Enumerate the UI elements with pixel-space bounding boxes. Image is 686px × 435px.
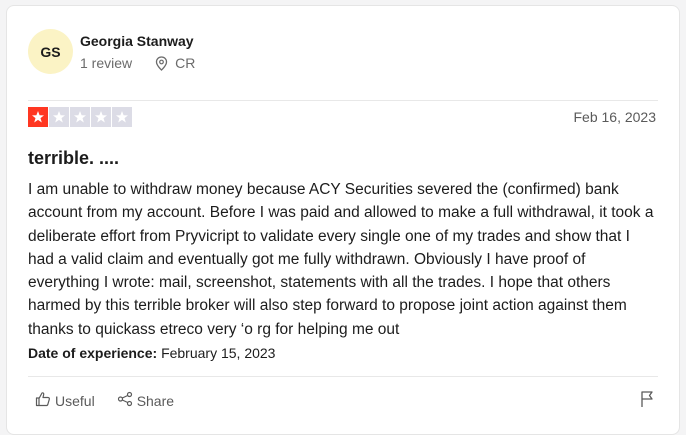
star-icon	[91, 107, 111, 127]
share-button[interactable]: Share	[117, 391, 174, 410]
flag-icon	[639, 391, 655, 412]
divider	[28, 100, 658, 101]
star-icon	[28, 107, 48, 127]
divider	[28, 376, 658, 377]
review-body: I am unable to withdraw money because AC…	[28, 181, 654, 338]
review-title[interactable]: terrible. ....	[28, 148, 119, 169]
review-count: 1 review	[80, 55, 133, 71]
thumbs-up-icon	[35, 391, 51, 410]
star-rating	[28, 107, 132, 127]
star-icon	[49, 107, 69, 127]
date-of-experience: Date of experience: February 15, 2023	[28, 345, 275, 361]
useful-label: Useful	[55, 392, 95, 409]
experience-date: February 15, 2023	[161, 345, 276, 361]
star-icon	[70, 107, 90, 127]
location-pin-icon	[155, 55, 168, 71]
share-icon	[117, 391, 133, 410]
useful-button[interactable]: Useful	[35, 391, 95, 410]
reviewer-country: CR	[175, 55, 196, 71]
report-button[interactable]	[639, 390, 655, 413]
review-date: Feb 16, 2023	[573, 109, 656, 125]
star-icon	[112, 107, 132, 127]
share-label: Share	[136, 392, 175, 409]
reviewer-meta: 1 review CR	[80, 55, 195, 71]
avatar-initials: GS	[40, 43, 61, 60]
review-card: GS Georgia Stanway 1 review CR Feb 16, 2…	[6, 5, 680, 435]
experience-label: Date of experience:	[28, 345, 158, 361]
reviewer-name[interactable]: Georgia Stanway	[80, 33, 194, 49]
avatar[interactable]: GS	[28, 29, 73, 74]
review-actions: Useful Share	[35, 391, 174, 410]
